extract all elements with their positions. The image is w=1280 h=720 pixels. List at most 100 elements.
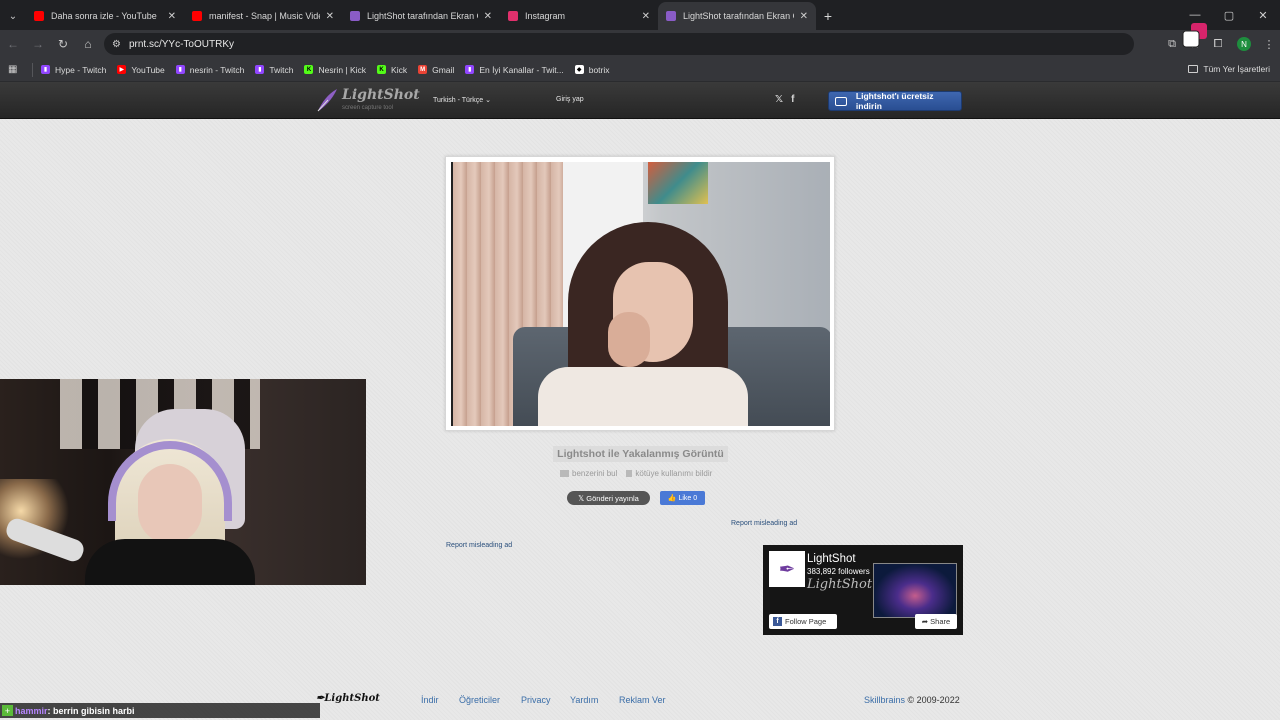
bookmark-label: Twitch — [269, 64, 294, 75]
facebook-icon[interactable]: f — [791, 94, 794, 105]
facebook-page-widget: ✒ LightShot 383,892 followers LightShot … — [763, 545, 963, 635]
language-selector[interactable]: Turkish - Türkçe ⌄ — [433, 96, 491, 104]
logo-subtitle: screen capture tool — [342, 105, 394, 111]
browser-tab[interactable]: LightShot tarafından Ekran Görü ✕ — [342, 2, 500, 30]
twitter-icon[interactable]: 𝕏 — [775, 94, 783, 105]
find-similar-link[interactable]: benzerini bul — [560, 469, 617, 478]
url-text[interactable]: prnt.sc/YYc-ToOUTRKy — [129, 39, 234, 50]
bookmark-item[interactable]: ▮ Twitch — [255, 65, 293, 75]
close-tab-icon[interactable]: ✕ — [800, 11, 808, 22]
tab-title: Instagram — [525, 11, 566, 21]
bookmark-label: Hype - Twitch — [55, 64, 107, 75]
browser-tab-active[interactable]: LightShot tarafından Ekran Görü ✕ — [658, 2, 816, 30]
all-bookmarks-label: Tüm Yer İşaretleri — [1203, 64, 1270, 74]
bookmark-label: En İyi Kanallar - Twit... — [479, 64, 564, 75]
tab-search-chevron-icon[interactable]: ⌄ — [0, 2, 26, 30]
new-tab-plus-icon[interactable]: + — [816, 2, 840, 30]
lightshot-logo[interactable]: LightShot screen capture tool — [316, 88, 420, 112]
bookmark-label: nesrin - Twitch — [189, 64, 245, 75]
bookmark-item[interactable]: K Kick — [377, 65, 407, 75]
photo-person-hand — [608, 312, 650, 367]
report-abuse-label: kötüye kullanımı bildir — [635, 469, 713, 478]
youtube-icon: ▶ — [117, 65, 127, 74]
twitch-icon: ▮ — [175, 65, 185, 74]
profile-avatar[interactable]: N — [1237, 37, 1251, 51]
facebook-like-button[interactable]: 👍 Like 0 — [660, 491, 705, 505]
reload-icon[interactable]: ↻ — [51, 32, 75, 56]
kick-icon: K — [304, 65, 314, 74]
fb-followers: 383,892 followers — [807, 567, 870, 576]
tweet-button[interactable]: 𝕏 Gönderi yayınla — [567, 491, 650, 505]
footer-link-download[interactable]: İndir — [421, 695, 439, 705]
back-arrow-icon[interactable]: ← — [1, 32, 25, 56]
image-icon — [560, 470, 569, 477]
close-window-icon[interactable]: ✕ — [1246, 0, 1280, 30]
fb-cover-thumbnail — [873, 563, 957, 618]
x-logo-icon: 𝕏 — [578, 493, 587, 503]
close-tab-icon[interactable]: ✕ — [484, 11, 492, 22]
bookmark-item[interactable]: M Gmail — [418, 65, 454, 75]
extensions-puzzle-icon[interactable]: ⧠ — [1207, 33, 1229, 55]
like-label: Like 0 — [678, 494, 698, 502]
footer-logo[interactable]: ✒LightShot — [316, 693, 380, 704]
bookmark-item[interactable]: ▮ En İyi Kanallar - Twit... — [465, 64, 564, 75]
download-button[interactable]: Lightshot'ı ücretsiz indirin — [828, 91, 962, 111]
report-abuse-link[interactable]: kötüye kullanımı bildir — [626, 469, 712, 478]
lightshot-page-logo-icon[interactable]: ✒ — [769, 551, 805, 587]
home-icon[interactable]: ⌂ — [76, 32, 100, 56]
streamer-webcam-overlay — [0, 379, 366, 585]
browser-tab[interactable]: manifest - Snap | Music Video ✕ — [184, 2, 342, 30]
footer-link-privacy[interactable]: Privacy — [521, 695, 551, 705]
browser-tab[interactable]: Daha sonra izle - YouTube ✕ — [26, 2, 184, 30]
apps-grid-icon[interactable]: ▦ — [8, 64, 28, 75]
maximize-icon[interactable]: ▢ — [1212, 0, 1246, 30]
browser-tab[interactable]: Instagram ✕ — [500, 2, 658, 30]
bookmark-item[interactable]: ▮ Hype - Twitch — [41, 65, 106, 75]
chat-badge-icon: + — [2, 705, 13, 716]
footer-link-tutorials[interactable]: Öğreticiler — [459, 695, 500, 705]
lightshot-header: LightShot screen capture tool Turkish - … — [0, 82, 1280, 119]
bookmark-item[interactable]: ▮ nesrin - Twitch — [175, 64, 245, 75]
login-link[interactable]: Giriş yap — [556, 96, 584, 103]
tab-title: LightShot tarafından Ekran Görü — [683, 11, 794, 21]
social-links: 𝕏 f — [775, 94, 794, 105]
gmail-icon: M — [418, 65, 428, 74]
report-ad-link[interactable]: Report misleading ad — [446, 542, 512, 549]
menu-kebab-icon[interactable]: ⋮ — [1258, 33, 1280, 55]
twitch-icon: ▮ — [465, 65, 475, 74]
screenshot-image[interactable] — [451, 162, 830, 426]
share-label: Share — [930, 617, 951, 626]
close-tab-icon[interactable]: ✕ — [168, 11, 176, 22]
report-ad-link[interactable]: Report misleading ad — [731, 520, 797, 527]
share-button[interactable]: ➦ Share — [915, 614, 957, 629]
download-icon — [835, 96, 847, 106]
follow-page-button[interactable]: f Follow Page — [769, 614, 837, 629]
all-bookmarks-button[interactable]: Tüm Yer İşaretleri — [1188, 64, 1270, 74]
fb-page-name[interactable]: LightShot — [807, 553, 856, 565]
bookmark-label: botrix — [588, 64, 610, 75]
logo-text: LightShot — [342, 87, 420, 103]
capture-overlay-icon — [1182, 23, 1207, 48]
close-tab-icon[interactable]: ✕ — [326, 11, 334, 22]
footer-logo-text: LightShot — [324, 693, 380, 704]
address-bar[interactable]: ⚙ prnt.sc/YYc-ToOUTRKy — [104, 33, 1134, 55]
install-app-icon[interactable]: ⧉ — [1161, 33, 1183, 55]
forward-arrow-icon[interactable]: → — [26, 32, 50, 56]
site-info-icon[interactable]: ⚙ — [112, 39, 121, 50]
chat-message-text: : berrin gibisin harbi — [47, 705, 135, 716]
browser-tab-bar: ⌄ Daha sonra izle - YouTube ✕ manifest -… — [0, 0, 1280, 30]
close-tab-icon[interactable]: ✕ — [642, 11, 650, 22]
footer-link-help[interactable]: Yardım — [570, 695, 598, 705]
company-link[interactable]: Skillbrains — [864, 695, 905, 705]
screenshot-frame — [445, 156, 835, 431]
tab-title: manifest - Snap | Music Video — [209, 11, 320, 21]
bookmark-item[interactable]: ▶ YouTube — [117, 65, 165, 75]
fb-page-subtitle: LightShot — [807, 577, 873, 592]
footer-link-advertise[interactable]: Reklam Ver — [619, 695, 666, 705]
twitch-icon: ▮ — [41, 65, 50, 74]
screenshot-caption: Lightshot ile Yakalanmış Görüntü — [553, 446, 728, 462]
download-label: Lightshot'ı ücretsiz indirin — [855, 91, 934, 111]
bookmark-item[interactable]: ◆ botrix — [574, 64, 610, 75]
toolbar-right-actions: ⧉ ☆ ⧠ N ⋮ — [1160, 30, 1280, 58]
bookmark-item[interactable]: K Nesrin | Kick — [304, 65, 366, 75]
